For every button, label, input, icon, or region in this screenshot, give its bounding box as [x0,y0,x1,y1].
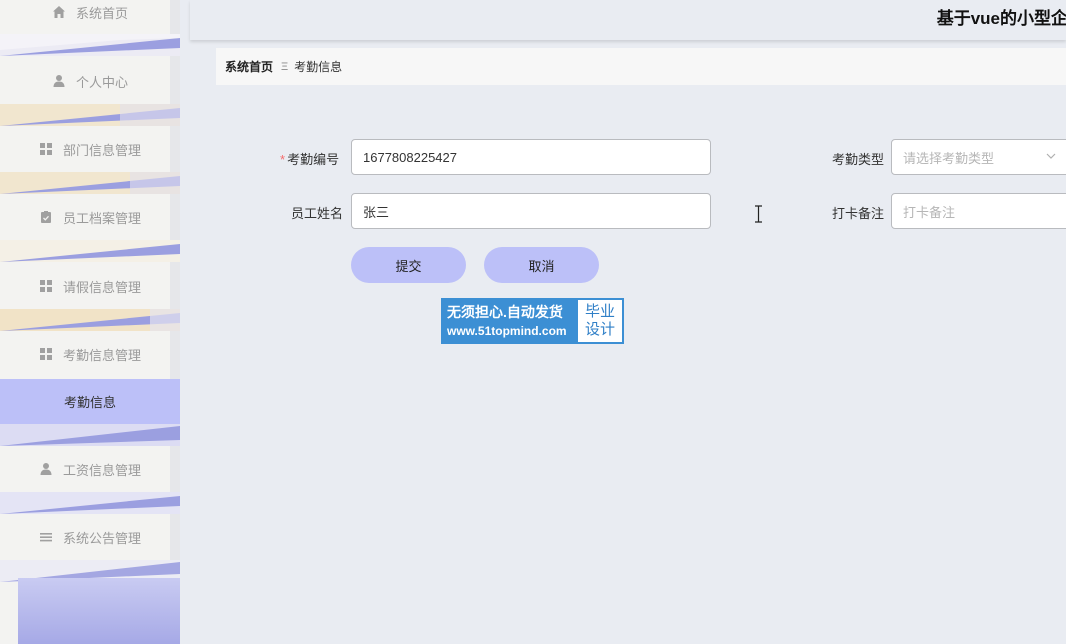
breadcrumb: 系统首页 Ξ 考勤信息 [216,48,1066,85]
grid-icon [39,142,53,156]
menu-divider-decoration [0,424,180,446]
required-asterisk: * [280,152,286,167]
breadcrumb-separator: Ξ [281,60,289,73]
sidebar-subitem-attendance-info[interactable]: 考勤信息 [0,379,180,424]
sidebar-item-announcements[interactable]: 系统公告管理 [0,517,180,557]
sidebar-item-label: 员工档案管理 [62,210,141,226]
menu-divider-decoration [0,240,180,262]
sidebar-item-label: 请假信息管理 [62,279,141,295]
site-title: 基于vue的小型企 [936,9,1066,28]
attendance-no-input[interactable]: 1677808225427 [351,139,711,175]
watermark-badge-label: 毕业 设计 [578,300,622,342]
grid-icon [39,347,53,361]
sidebar-item-salary[interactable]: 工资信息管理 [0,449,180,489]
clipboard-icon [39,210,53,224]
employee-name-input[interactable]: 张三 [351,193,711,229]
breadcrumb-home-link[interactable]: 系统首页 [225,58,273,75]
menu-divider-decoration [0,104,180,126]
sidebar-item-label: 考勤信息 [63,395,116,410]
sidebar-bottom-decoration [18,578,180,644]
menu-divider-decoration [0,172,180,194]
punch-note-label: 打卡备注 [832,206,885,221]
sidebar-item-profile[interactable]: 个人中心 [0,61,180,101]
attendance-type-select[interactable]: 请选择考勤类型 [891,139,1066,175]
top-header: 基于vue的小型企 [190,0,1066,40]
cancel-button[interactable]: 取消 [484,247,599,283]
sidebar-item-leave[interactable]: 请假信息管理 [0,266,180,306]
menu-divider-decoration [0,492,180,514]
menu-divider-decoration [0,34,180,56]
menu-divider-decoration [0,309,180,331]
sidebar-item-label: 考勤信息管理 [62,347,141,363]
sidebar-item-label: 工资信息管理 [62,462,141,478]
watermark-text: 无须担心.自动发货 www.51topmind.com [447,304,567,338]
punch-note-input[interactable]: 打卡备注 [891,193,1066,229]
sidebar-item-label: 系统首页 [75,5,128,21]
sidebar-item-label: 个人中心 [75,74,128,90]
sidebar-item-department[interactable]: 部门信息管理 [0,129,180,169]
chevron-down-icon [1045,150,1057,165]
attendance-type-label: 考勤类型 [832,152,885,167]
grid-icon [39,279,53,293]
text-cursor-icon [754,205,763,226]
sidebar-item-attendance[interactable]: 考勤信息管理 [0,334,180,374]
submit-button[interactable]: 提交 [351,247,466,283]
sidebar-item-employee-records[interactable]: 员工档案管理 [0,197,180,237]
watermark-badge: 无须担心.自动发货 www.51topmind.com 毕业 设计 [441,298,624,344]
sidebar: 系统首页 个人中心 部门信息管理 员工档案管理 请假信息管理 考勤信息管理 考勤… [0,0,180,644]
sidebar-item-label: 部门信息管理 [62,142,141,158]
list-icon [39,530,53,544]
breadcrumb-current: 考勤信息 [294,60,343,74]
sidebar-item-home[interactable]: 系统首页 [0,0,180,32]
attendance-no-label: * 考勤编号 [280,152,340,167]
sidebar-item-label: 系统公告管理 [62,530,141,546]
employee-name-label: 员工姓名 [291,206,344,221]
home-icon [52,5,66,19]
user-icon [39,462,53,476]
user-icon [52,74,66,88]
